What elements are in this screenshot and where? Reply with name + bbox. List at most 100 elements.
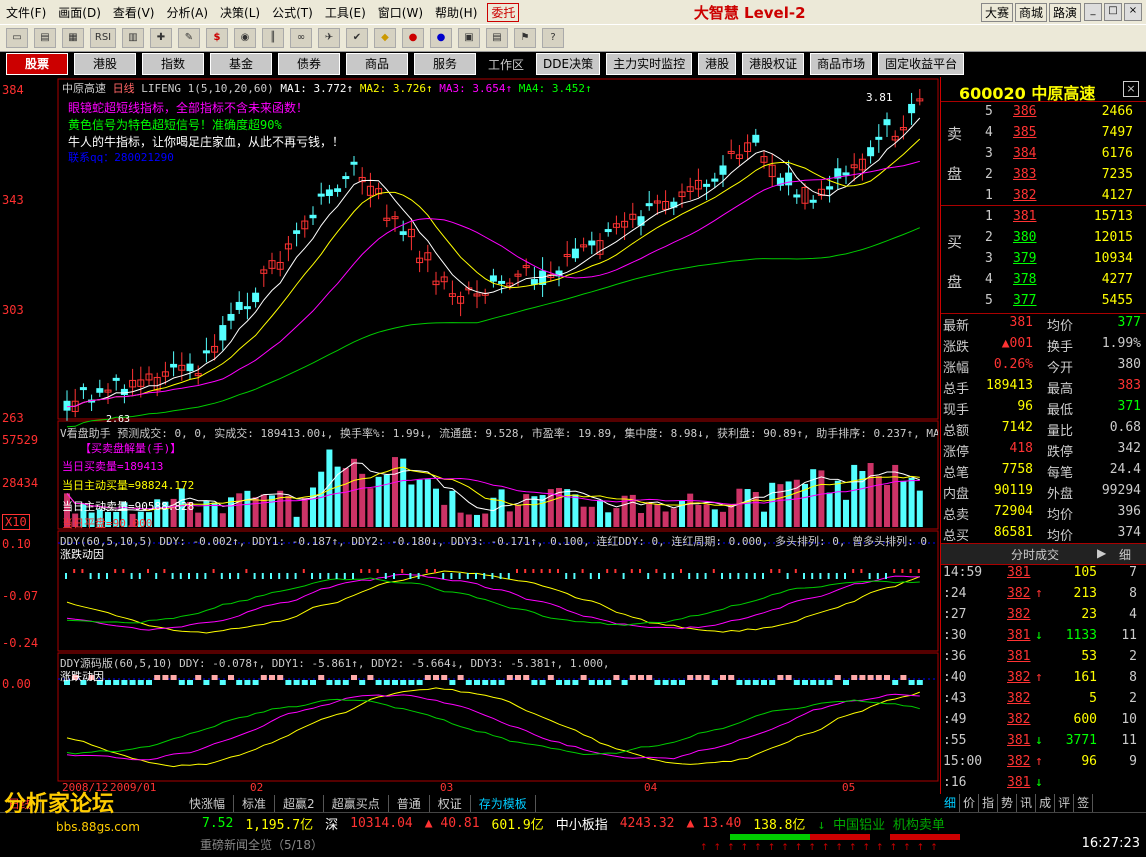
volume-scale-label[interactable]: X10 — [2, 514, 30, 530]
nav-index[interactable]: 指数 — [142, 53, 204, 75]
side-tab[interactable]: 指 — [979, 794, 999, 812]
menu-item-analysis[interactable]: 分析(A) — [160, 4, 214, 21]
side-tab[interactable]: 价 — [960, 794, 980, 812]
menu-item-view[interactable]: 查看(V) — [107, 4, 161, 21]
open-icon[interactable]: ▭ — [6, 28, 28, 48]
ticks-play-icon[interactable]: ▶ — [1097, 546, 1106, 560]
tick-row[interactable]: :40 382 ↑ 161 8 — [941, 670, 1141, 690]
tab-standard[interactable]: 标准 — [234, 794, 276, 812]
status-market[interactable]: 深 — [319, 814, 344, 833]
side-tab[interactable]: 势 — [998, 794, 1018, 812]
book-row[interactable]: 5 386 2466 — [941, 104, 1141, 124]
tab-warrant[interactable]: 权证 — [430, 794, 471, 812]
book-row[interactable]: 4 385 7497 — [941, 125, 1141, 145]
tick-row[interactable]: :43 382 5 2 — [941, 691, 1141, 711]
contest-button[interactable]: 大赛 — [980, 2, 1013, 22]
menu-item-formula[interactable]: 公式(T) — [266, 4, 319, 21]
bars-icon[interactable]: ║ — [262, 28, 284, 48]
pin-icon[interactable]: ✈ — [318, 28, 340, 48]
nav-fixed-income[interactable]: 固定收益平台 — [878, 53, 965, 75]
menu-item-help[interactable]: 帮助(H) — [429, 4, 483, 21]
side-tab[interactable]: 讯 — [1017, 794, 1037, 812]
book-row[interactable]: 4 378 4277 — [941, 272, 1141, 292]
nav-hk-warrants[interactable]: 港股权证 — [742, 53, 805, 75]
help-icon[interactable]: ? — [542, 28, 564, 48]
chart-area[interactable]: 384 343 303 263 中原高速 日线 LIFENG 1(5,10,20… — [0, 77, 940, 794]
entrust-button[interactable]: 委托 — [487, 2, 520, 22]
menu-item-file[interactable]: 文件(F) — [0, 4, 52, 21]
close-icon[interactable]: × — [1123, 3, 1142, 21]
nav-services[interactable]: 服务 — [414, 53, 476, 75]
tick-price: 382 — [1007, 691, 1031, 706]
book-row[interactable]: 5 377 5455 — [941, 293, 1141, 313]
binocular-icon[interactable]: ∞ — [290, 28, 312, 48]
book-row[interactable]: 1 381 15713 — [941, 209, 1141, 229]
blue-icon[interactable]: ● — [430, 28, 452, 48]
diamond-icon[interactable]: ◆ — [374, 28, 396, 48]
tab-save-template[interactable]: 存为模板 — [471, 794, 536, 812]
side-tab[interactable]: 签 — [1074, 794, 1094, 812]
book-row[interactable]: 2 383 7235 — [941, 167, 1141, 187]
tab-super-win2[interactable]: 超赢2 — [275, 794, 324, 812]
eye-icon[interactable]: ◉ — [234, 28, 256, 48]
tick-row[interactable]: :55 381 ↓ 3771 11 — [941, 733, 1141, 753]
roadshow-button[interactable]: 路演 — [1048, 2, 1081, 22]
tick-row[interactable]: :27 382 23 4 — [941, 607, 1141, 627]
tick-row[interactable]: 15:00 382 ↑ 96 9 — [941, 754, 1141, 774]
volume-text: 【买卖盘解量(手)】 — [80, 442, 182, 455]
rsi-icon[interactable]: RSI — [90, 28, 116, 48]
menu-item-view-screen[interactable]: 画面(D) — [52, 4, 107, 21]
chart-icon[interactable]: ▤ — [34, 28, 56, 48]
tick-count: 8 — [1129, 670, 1137, 685]
dollar-icon[interactable]: $ — [206, 28, 228, 48]
book-row[interactable]: 3 379 10934 — [941, 251, 1141, 271]
ticks-detail-button[interactable]: 细 — [1119, 546, 1131, 563]
ddy-tick — [409, 573, 412, 579]
tab-fast-rise[interactable]: 快涨幅 — [181, 794, 235, 812]
side-tab[interactable]: 细 — [941, 794, 961, 812]
tick-row[interactable]: :30 381 ↓ 1133 11 — [941, 628, 1141, 648]
tag-icon[interactable]: ✔ — [346, 28, 368, 48]
status-alert[interactable]: ↓ 中国铝业 机构卖单 — [811, 814, 950, 833]
tick-count: 11 — [1121, 733, 1137, 748]
ddy2-bar — [687, 675, 694, 680]
tick-row[interactable]: :16 381 ↓ — [941, 775, 1141, 795]
nav-commodity-market[interactable]: 商品市场 — [810, 53, 873, 75]
tick-row[interactable]: 14:59 381 105 7 — [941, 565, 1141, 585]
tick-row[interactable]: :36 381 53 2 — [941, 649, 1141, 669]
nav-dde-decision[interactable]: DDE决策 — [536, 53, 601, 75]
maximize-icon[interactable]: □ — [1103, 3, 1122, 21]
note-icon[interactable]: ▣ — [458, 28, 480, 48]
side-tab[interactable]: 成 — [1036, 794, 1056, 812]
book-row[interactable]: 2 380 12015 — [941, 230, 1141, 250]
nav-hk-stocks[interactable]: 港股 — [74, 53, 136, 75]
news-text[interactable]: 重磅新闻全览（5/18） — [200, 836, 323, 853]
book-icon[interactable]: ▤ — [486, 28, 508, 48]
nav-hk-stocks-2[interactable]: 港股 — [698, 53, 737, 75]
tick-row[interactable]: :24 382 ↑ 213 8 — [941, 586, 1141, 606]
menu-item-decision[interactable]: 决策(L) — [214, 4, 266, 21]
menu-item-window[interactable]: 窗口(W) — [372, 4, 429, 21]
crosshair-icon[interactable]: ✚ — [150, 28, 172, 48]
workspace-label[interactable]: 工作区 — [482, 56, 530, 73]
tick-row[interactable]: :49 382 600 10 — [941, 712, 1141, 732]
nav-funds[interactable]: 基金 — [210, 53, 272, 75]
panel-close-icon[interactable]: × — [1123, 81, 1139, 97]
calendar-icon[interactable]: ▥ — [122, 28, 144, 48]
mall-button[interactable]: 商城 — [1014, 2, 1047, 22]
flag-icon[interactable]: ⚑ — [514, 28, 536, 48]
nav-main-force-monitor[interactable]: 主力实时监控 — [606, 53, 693, 75]
book-row[interactable]: 3 384 6176 — [941, 146, 1141, 166]
nav-stocks[interactable]: 股票 — [6, 53, 68, 75]
draw-icon[interactable]: ✎ — [178, 28, 200, 48]
grid-icon[interactable]: ▦ — [62, 28, 84, 48]
minimize-icon[interactable]: _ — [1083, 3, 1102, 21]
menu-item-tools[interactable]: 工具(E) — [319, 4, 372, 21]
nav-bonds[interactable]: 债券 — [278, 53, 340, 75]
red-icon[interactable]: ● — [402, 28, 424, 48]
side-tab[interactable]: 评 — [1055, 794, 1075, 812]
tab-super-win-buy[interactable]: 超赢买点 — [324, 794, 389, 812]
status-market[interactable]: 中小板指 — [550, 814, 614, 833]
nav-commodities[interactable]: 商品 — [346, 53, 408, 75]
tab-normal[interactable]: 普通 — [389, 794, 430, 812]
